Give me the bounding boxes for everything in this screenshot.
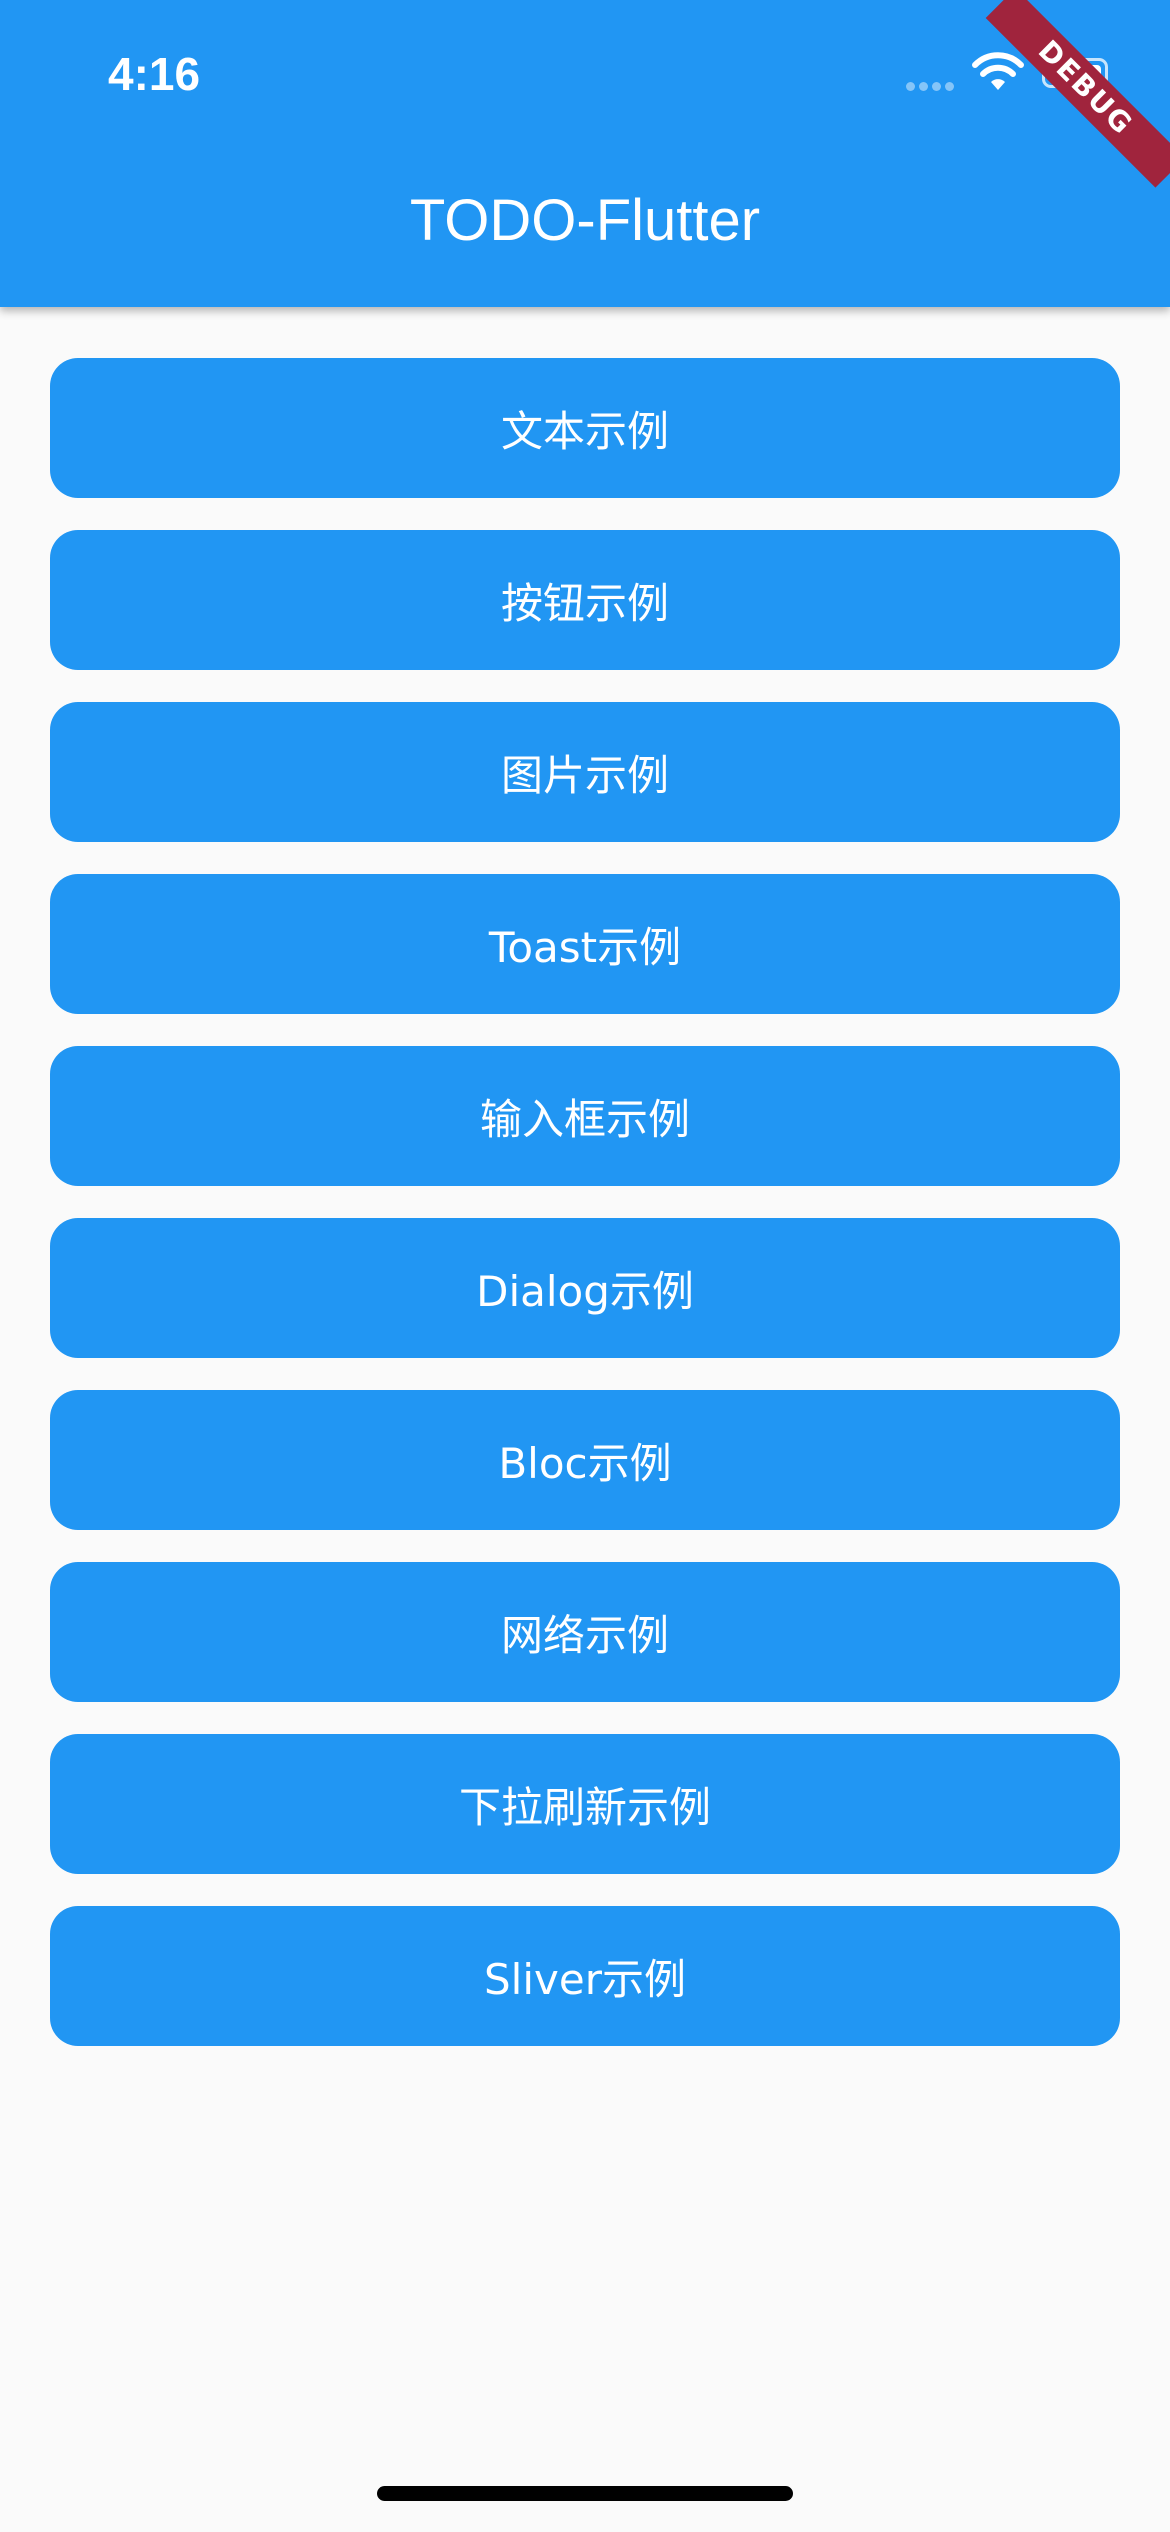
page-title: TODO-Flutter xyxy=(409,188,761,253)
cellular-signal-icon xyxy=(906,82,954,91)
pull-refresh-example-button[interactable]: 下拉刷新示例 xyxy=(50,1734,1120,1874)
menu-list: 文本示例 按钮示例 图片示例 Toast示例 输入框示例 Dialog示例 Bl… xyxy=(50,358,1120,2078)
button-example-button[interactable]: 按钮示例 xyxy=(50,530,1120,670)
text-example-button[interactable]: 文本示例 xyxy=(50,358,1120,498)
dialog-example-button[interactable]: Dialog示例 xyxy=(50,1218,1120,1358)
network-example-button[interactable]: 网络示例 xyxy=(50,1562,1120,1702)
wifi-icon xyxy=(972,52,1024,90)
input-example-button[interactable]: 输入框示例 xyxy=(50,1046,1120,1186)
status-time: 4:16 xyxy=(108,48,201,100)
sliver-example-button[interactable]: Sliver示例 xyxy=(50,1906,1120,2046)
app-bar: 4:16 TODO-Flutter xyxy=(0,0,1170,307)
toast-example-button[interactable]: Toast示例 xyxy=(50,874,1120,1014)
bloc-example-button[interactable]: Bloc示例 xyxy=(50,1390,1120,1530)
home-indicator[interactable] xyxy=(377,2486,793,2501)
image-example-button[interactable]: 图片示例 xyxy=(50,702,1120,842)
